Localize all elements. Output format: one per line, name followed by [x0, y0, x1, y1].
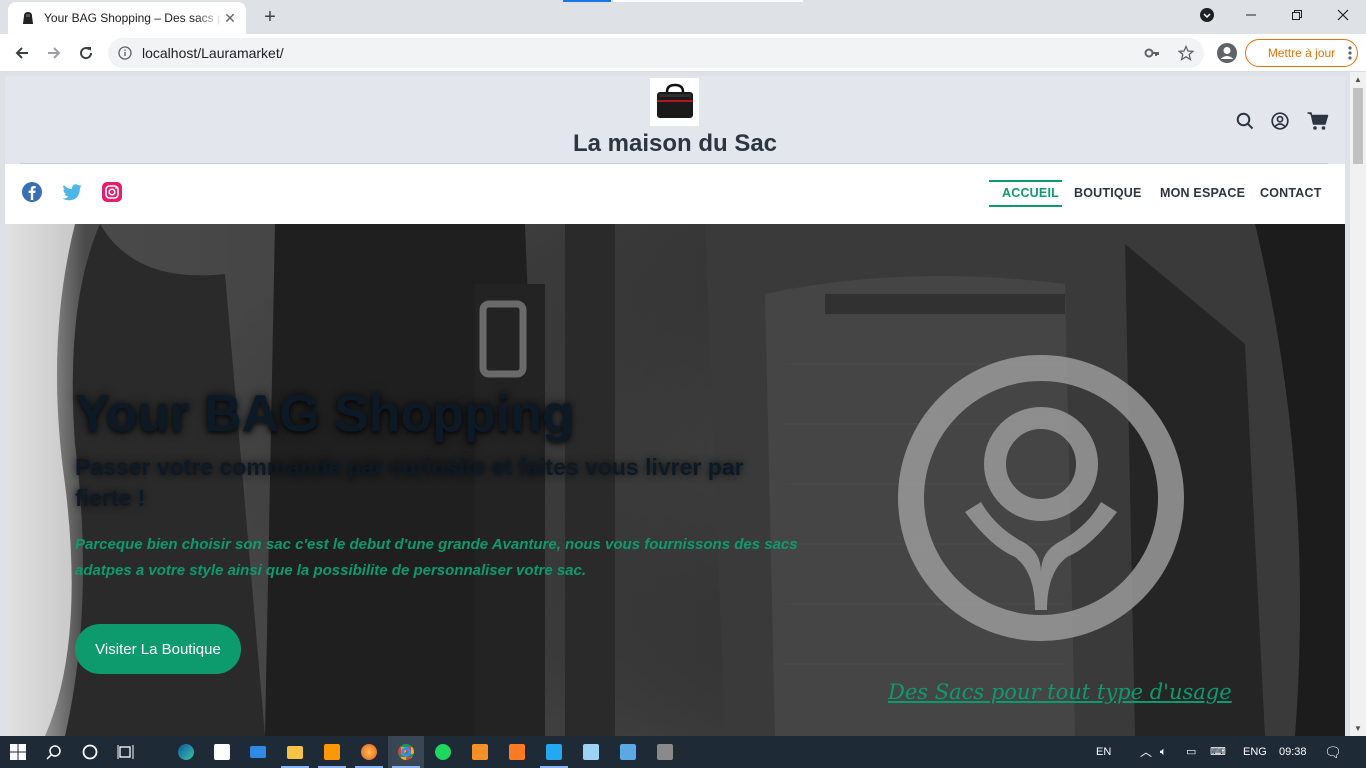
menu-dots-icon[interactable]	[1340, 39, 1360, 67]
edge-icon[interactable]	[168, 736, 204, 768]
start-icon[interactable]	[0, 736, 36, 768]
keyboard-icon[interactable]: ⌨︎	[1210, 736, 1226, 768]
notepad-icon[interactable]	[573, 736, 609, 768]
window-accent	[563, 0, 611, 2]
hero-title: Your BAG Shopping	[75, 385, 574, 443]
firefox-icon[interactable]	[351, 736, 387, 768]
nav-accueil[interactable]: ACCUEIL	[1002, 186, 1059, 200]
scroll-up-icon[interactable]: ▲	[1354, 75, 1362, 84]
store-icon[interactable]	[204, 736, 240, 768]
url-text: localhost/Lauramarket/	[142, 45, 284, 61]
page-viewport: La maison du Sac ACCUEIL BOUTIQUE MON ES…	[5, 76, 1345, 736]
windows-taskbar: EN ︿ 🔈︎ ▭ ⌨︎ ENG 09:38 🗨︎	[0, 736, 1366, 768]
hero-caption-link[interactable]: Des Sacs pour tout type d'usage	[888, 680, 1232, 704]
forward-icon[interactable]	[40, 39, 68, 67]
instagram-icon[interactable]	[101, 181, 123, 203]
hero-subtitle: Passer votre commande par curiosite et f…	[75, 454, 744, 511]
twitter-icon[interactable]	[61, 181, 83, 203]
window-accent	[613, 0, 803, 2]
keyboard-layout[interactable]: ENG	[1243, 736, 1267, 768]
new-tab-icon[interactable]: +	[258, 7, 282, 27]
account-icon[interactable]	[1269, 110, 1291, 132]
sublime-text-icon[interactable]	[314, 736, 350, 768]
cart-icon[interactable]	[1306, 110, 1330, 132]
chrome-icon[interactable]	[388, 736, 424, 768]
calculator-icon[interactable]	[647, 736, 683, 768]
clock[interactable]: 09:38	[1279, 736, 1307, 768]
scrollbar-thumb[interactable]	[1353, 88, 1363, 164]
restore-icon[interactable]	[1274, 0, 1320, 30]
facebook-icon[interactable]	[21, 181, 43, 203]
back-icon[interactable]	[8, 39, 36, 67]
bookmark-star-icon[interactable]	[1178, 45, 1194, 61]
nav-boutique[interactable]: BOUTIQUE	[1074, 186, 1142, 200]
visit-shop-label: Visiter La Boutique	[95, 640, 221, 658]
bag-logo-icon	[656, 83, 693, 118]
nav-bar: ACCUEIL BOUTIQUE MON ESPACE CONTACT	[5, 164, 1345, 224]
cortana-icon[interactable]	[72, 736, 108, 768]
search-icon[interactable]	[1234, 110, 1256, 132]
file-explorer-icon[interactable]	[277, 736, 313, 768]
tab-title: Your BAG Shopping – Des sacs pour tout t…	[44, 11, 222, 25]
task-view-icon[interactable]	[108, 736, 144, 768]
address-bar[interactable]: localhost/Lauramarket/	[108, 38, 1204, 68]
key-icon[interactable]	[1144, 45, 1160, 61]
bag-favicon-icon	[23, 12, 33, 24]
scroll-down-icon[interactable]: ▼	[1354, 724, 1362, 733]
search-taskbar-icon[interactable]	[36, 736, 72, 768]
vscode-icon[interactable]	[536, 736, 572, 768]
browser-window: Your BAG Shopping – Des sacs pour tout t…	[0, 0, 1366, 736]
notifications-icon[interactable]: 🗨︎	[1324, 736, 1342, 768]
profile-dropdown-icon[interactable]	[1184, 0, 1230, 30]
nav-mon-espace[interactable]: MON ESPACE	[1160, 186, 1245, 200]
hero-description: Parceque bien choisir son sac c'est le d…	[75, 536, 798, 579]
page-scrollbar[interactable]: ▲ ▼	[1350, 72, 1366, 736]
care-hands-icon	[898, 355, 1184, 641]
browser-toolbar: localhost/Lauramarket/ Mettre à jour	[0, 34, 1366, 72]
language-indicator[interactable]: EN	[1096, 736, 1111, 768]
site-logo[interactable]	[650, 78, 699, 126]
mail-icon[interactable]	[240, 736, 276, 768]
volume-icon[interactable]: 🔈︎	[1160, 736, 1167, 768]
browser-tab[interactable]: Your BAG Shopping – Des sacs pour tout t…	[8, 2, 246, 34]
profile-avatar-icon[interactable]	[1213, 39, 1241, 67]
nav-contact[interactable]: CONTACT	[1260, 186, 1322, 200]
site-header: La maison du Sac	[5, 76, 1345, 164]
visit-shop-button[interactable]: Visiter La Boutique	[75, 624, 241, 674]
tab-strip: Your BAG Shopping – Des sacs pour tout t…	[0, 0, 1366, 34]
minimize-icon[interactable]	[1228, 0, 1274, 30]
update-label: Mettre à jour	[1267, 46, 1336, 60]
tray-chevron-icon[interactable]: ︿	[1140, 736, 1152, 768]
network-app-icon[interactable]	[610, 736, 646, 768]
hero-section: Your BAG Shopping Passer votre commande …	[5, 224, 1345, 736]
close-tab-icon[interactable]: ✕	[222, 10, 238, 26]
xampp-icon[interactable]	[499, 736, 535, 768]
site-title[interactable]: La maison du Sac	[5, 130, 1345, 158]
info-icon[interactable]	[118, 46, 132, 60]
battery-icon[interactable]: ▭	[1186, 736, 1196, 768]
spotify-icon[interactable]	[425, 736, 461, 768]
reload-icon[interactable]	[72, 39, 100, 67]
close-window-icon[interactable]	[1320, 0, 1366, 30]
git-tool-icon[interactable]	[462, 736, 498, 768]
